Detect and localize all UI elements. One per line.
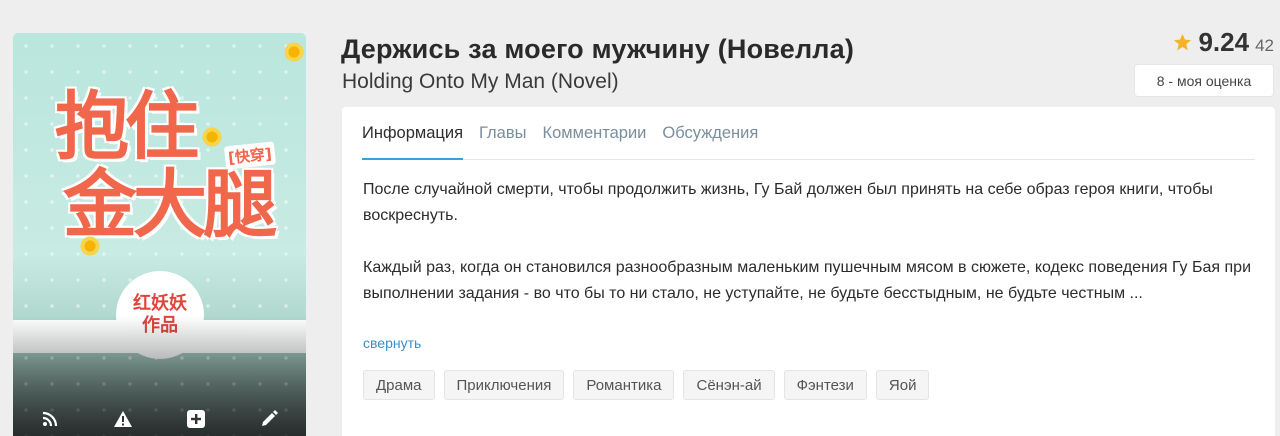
warning-icon[interactable] xyxy=(112,408,134,430)
rating-score: 9.24 xyxy=(1198,27,1250,57)
description: После случайной смерти, чтобы продолжить… xyxy=(363,177,1263,307)
cover-toolbar xyxy=(13,402,306,436)
genre-tags: Драма Приключения Романтика Сёнэн-ай Фэн… xyxy=(363,370,930,400)
tag-romance[interactable]: Романтика xyxy=(573,370,675,400)
book-title: Держись за моего мужчину (Новелла) xyxy=(341,34,855,64)
rating-votes: 42 xyxy=(1255,36,1274,55)
tab-discussions[interactable]: Обсуждения xyxy=(662,107,758,160)
flower-icon xyxy=(283,41,305,63)
tag-adventure[interactable]: Приключения xyxy=(443,370,565,400)
tab-comments[interactable]: Комментарии xyxy=(542,107,646,160)
tab-chapters[interactable]: Главы xyxy=(479,107,526,160)
tab-bar: Информация Главы Комментарии Обсуждения xyxy=(362,107,1255,160)
tag-yaoi[interactable]: Яой xyxy=(875,370,930,400)
cover-author-name: 红妖妖 xyxy=(133,293,187,314)
flower-icon xyxy=(79,235,101,257)
cover-title-line2: 金大腿 xyxy=(63,162,277,248)
rss-icon[interactable] xyxy=(39,408,61,430)
pencil-icon[interactable] xyxy=(258,408,280,430)
plus-icon[interactable] xyxy=(185,408,207,430)
description-paragraph: После случайной смерти, чтобы продолжить… xyxy=(363,181,1213,224)
tab-info[interactable]: Информация xyxy=(362,107,464,160)
tag-shounen-ai[interactable]: Сёнэн-ай xyxy=(683,370,775,400)
flower-icon xyxy=(201,126,223,148)
tag-fantasy[interactable]: Фэнтези xyxy=(783,370,867,400)
info-card: Информация Главы Комментарии Обсуждения … xyxy=(342,107,1275,436)
my-rating-button[interactable]: 8 - моя оценка xyxy=(1134,64,1274,97)
book-cover[interactable]: 抱住 金大腿 [快穿] 红妖妖 作品 xyxy=(13,33,306,436)
tag-drama[interactable]: Драма xyxy=(363,370,435,400)
star-icon xyxy=(1174,33,1192,51)
rating-summary: 9.24 42 xyxy=(1173,27,1274,58)
collapse-link[interactable]: свернуть xyxy=(363,335,421,351)
cover-title-line1: 抱住 xyxy=(55,84,199,170)
book-subtitle: Holding Onto My Man (Novel) xyxy=(342,70,619,93)
description-paragraph: Каждый раз, когда он становился разнообр… xyxy=(363,259,1251,302)
